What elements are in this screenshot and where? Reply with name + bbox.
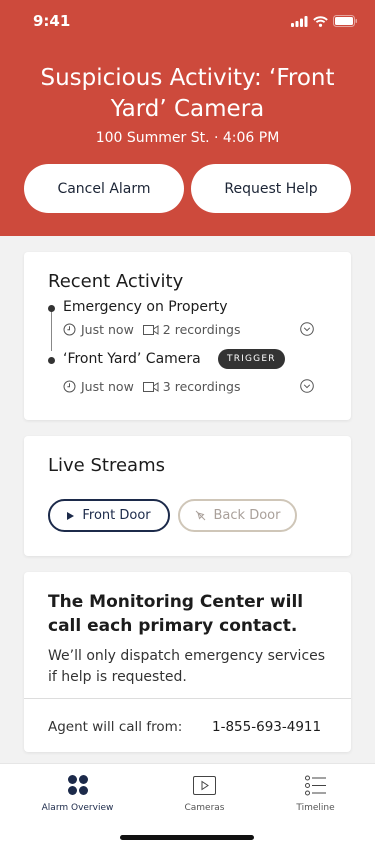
agent-phone-number[interactable]: 1-855-693-4911	[212, 719, 321, 735]
front-door-label: Front Door	[82, 508, 151, 523]
play-box-icon	[193, 775, 216, 795]
home-indicator	[120, 835, 254, 840]
activity-item-time: Just now	[81, 379, 134, 394]
cancel-alarm-button[interactable]: Cancel Alarm	[24, 164, 184, 213]
status-icons	[291, 15, 358, 27]
tab-alarm-overview[interactable]: Alarm Overview	[15, 764, 140, 824]
alert-subtitle: 100 Summer St. · 4:06 PM	[95, 130, 280, 146]
wifi-icon	[313, 15, 328, 27]
camera-off-icon	[195, 510, 205, 521]
chevron-down-icon[interactable]	[300, 379, 314, 393]
alert-title: Suspicious Activity: ‘Front Yard’ Camera	[40, 65, 335, 122]
back-door-label: Back Door	[213, 508, 281, 523]
timeline-connector	[51, 307, 52, 351]
divider	[24, 698, 351, 699]
tab-timeline[interactable]: Timeline	[253, 764, 375, 824]
trigger-badge: TRIGGER	[218, 349, 285, 369]
monitoring-center-card: The Monitoring Center will call each pri…	[24, 572, 351, 752]
chevron-down-icon[interactable]	[300, 322, 314, 336]
timeline-dot	[48, 357, 55, 364]
activity-item-label: Emergency on Property	[63, 299, 228, 315]
tab-label: Cameras	[184, 803, 225, 813]
tab-bar: Alarm Overview Cameras Timeline	[0, 763, 375, 847]
tab-label: Timeline	[296, 803, 335, 813]
timeline-dot	[48, 305, 55, 312]
monitoring-body: We’ll only dispatch emergency services i…	[48, 648, 326, 685]
alert-header: 9:41 Suspicious Activity: ‘Front Yard’ C…	[0, 0, 375, 236]
live-streams-title: Live Streams	[48, 455, 165, 476]
live-streams-card: Live Streams Front Door Back Door	[24, 436, 351, 556]
status-bar: 9:41	[0, 0, 375, 44]
activity-item-label: ‘Front Yard’ Camera	[63, 351, 201, 367]
agent-call-label: Agent will call from:	[48, 719, 183, 735]
activity-item-recordings[interactable]: 2 recordings	[163, 322, 241, 337]
clock-icon	[63, 323, 76, 336]
battery-icon	[333, 15, 357, 27]
back-door-stream-button[interactable]: Back Door	[178, 499, 297, 532]
recent-activity-card: Recent Activity Emergency on Property Ju…	[24, 252, 351, 420]
front-door-stream-button[interactable]: Front Door	[48, 499, 170, 532]
activity-item-recordings[interactable]: 3 recordings	[163, 379, 241, 394]
play-icon	[67, 511, 75, 520]
list-icon	[305, 775, 326, 795]
request-help-button[interactable]: Request Help	[191, 164, 351, 213]
video-icon	[142, 381, 159, 392]
signal-icon	[291, 15, 308, 27]
tab-label: Alarm Overview	[41, 803, 114, 813]
activity-item-meta: Just now 2 recordings	[63, 322, 241, 337]
recent-activity-title: Recent Activity	[48, 271, 184, 292]
tab-cameras[interactable]: Cameras	[142, 764, 267, 824]
activity-item-meta: Just now 3 recordings	[63, 379, 241, 394]
video-icon	[142, 324, 159, 335]
activity-item-time: Just now	[81, 322, 134, 337]
monitoring-title: The Monitoring Center will call each pri…	[48, 592, 304, 636]
clock-icon	[63, 380, 76, 393]
status-time: 9:41	[33, 12, 71, 30]
dots-grid-icon	[67, 775, 88, 795]
